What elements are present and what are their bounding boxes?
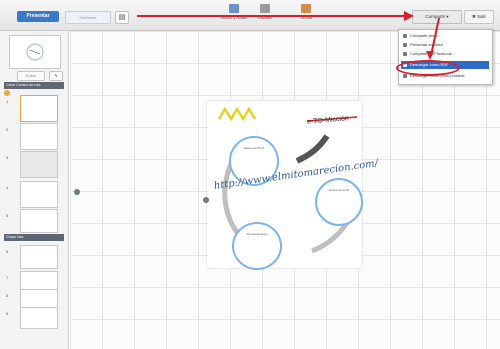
themes-tool[interactable]: Temas <box>286 4 326 20</box>
insert-icon <box>260 4 270 13</box>
path-thumb-number: 5 <box>6 213 9 218</box>
path-thumb-1[interactable] <box>20 95 58 122</box>
undo-label: Deshacer <box>79 15 97 20</box>
undo-button[interactable]: Deshacer <box>65 11 111 24</box>
annotation-arrow-line <box>137 15 407 17</box>
topic-circle-right[interactable]: Nuevo de texto <box>315 178 363 226</box>
facebook-icon <box>403 51 407 56</box>
path-thumb-number: 4 <box>6 185 9 190</box>
topic-circle-bottom[interactable]: Presentaciones <box>232 222 282 270</box>
topic-title-bottom: Presentaciones <box>246 232 268 236</box>
present-button-label: Presentar <box>26 13 50 19</box>
frames-paths-icon <box>229 4 239 13</box>
share-icon <box>403 33 407 38</box>
path-arrow-dark <box>295 134 330 164</box>
path-thumb-4[interactable] <box>20 181 58 208</box>
themes-icon <box>301 4 311 13</box>
exit-button[interactable]: ✖ Salir <box>464 10 494 24</box>
path-sidebar: Editar ✎ Crear Camino de ruta 1 2 3 4 5 … <box>0 31 69 349</box>
overview-thumbnail[interactable] <box>9 35 61 69</box>
annotation-highlight-ellipse <box>396 60 460 76</box>
path-thumb-number: 3 <box>6 155 9 160</box>
share-menu-item-label: Presentar en línea <box>410 42 443 47</box>
path-thumb-3[interactable] <box>20 151 58 178</box>
path-thumb-number: 2 <box>6 127 9 132</box>
annotation-arrow-down-tip <box>426 51 434 60</box>
download-icon <box>403 73 407 78</box>
path-header-primary: Crear Camino de ruta <box>4 82 64 89</box>
share-menu-item-facebook[interactable]: Compartir en Facebook... <box>401 50 489 58</box>
pencil-icon[interactable]: ✎ <box>49 71 63 81</box>
path-thumb-5[interactable] <box>20 209 58 233</box>
path-header-secondary-label: Grupo Nav <box>6 235 24 239</box>
topic-title-right: Nuevo de texto <box>328 188 350 192</box>
path-thumb-2[interactable] <box>20 123 58 150</box>
present-button[interactable]: Presentar <box>17 11 59 22</box>
overview-thumb-art <box>26 43 44 61</box>
exit-button-label: ✖ Salir <box>471 14 487 19</box>
path-thumb-number: 8 <box>6 293 9 298</box>
share-dropdown-menu: Compartir prezi... Presentar en línea Co… <box>398 29 493 85</box>
yellow-scribble <box>217 106 257 122</box>
topic-title-top: Nuevo del Proz <box>243 146 265 150</box>
path-thumb-number: 7 <box>6 275 9 280</box>
present-online-icon <box>403 42 407 47</box>
edit-path-label: Editar <box>25 73 37 78</box>
share-menu-item-present-online[interactable]: Presentar en línea <box>401 41 489 49</box>
path-thumb-number: 9 <box>6 311 9 316</box>
path-thumb-6[interactable] <box>20 245 58 269</box>
path-handle[interactable] <box>74 189 80 195</box>
save-icon[interactable]: ▤ <box>115 11 129 24</box>
path-thumb-number: 1 <box>6 99 9 104</box>
share-menu-item-share[interactable]: Compartir prezi... <box>401 32 489 40</box>
path-step-marker[interactable] <box>203 197 209 203</box>
insert-tool[interactable]: Insertar <box>245 4 285 20</box>
path-thumb-9[interactable] <box>20 307 58 329</box>
edit-path-button[interactable]: Editar <box>17 71 45 81</box>
path-header-primary-label: Crear Camino de ruta <box>6 83 41 87</box>
active-step-marker <box>4 90 10 96</box>
path-header-secondary: Grupo Nav <box>4 234 64 241</box>
path-thumb-number: 6 <box>6 249 9 254</box>
annotation-arrow-head <box>404 11 414 21</box>
